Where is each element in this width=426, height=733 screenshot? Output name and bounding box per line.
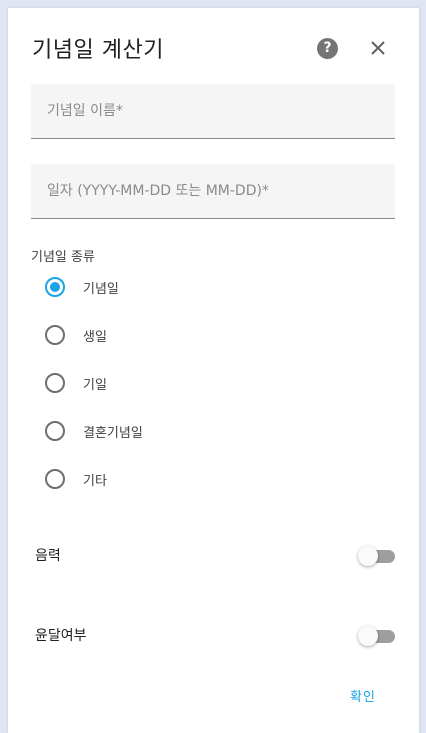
radio-option-birthday[interactable]: 생일: [45, 323, 107, 347]
radio-label: 기일: [83, 377, 107, 393]
radio-button-checked[interactable]: [45, 277, 65, 297]
toggle-thumb[interactable]: [358, 546, 378, 566]
leap-month-toggle[interactable]: [358, 626, 395, 646]
radio-label: 생일: [83, 329, 107, 345]
leap-month-toggle-label: 윤달여부: [35, 628, 87, 644]
lunar-toggle[interactable]: [358, 546, 395, 566]
confirm-button[interactable]: 확인: [350, 686, 376, 705]
radio-button[interactable]: [45, 373, 65, 393]
radio-label: 결혼기념일: [83, 425, 143, 441]
radio-option-memorial-day[interactable]: 기일: [45, 371, 107, 395]
anniversary-name-field: [31, 84, 395, 139]
radio-label: 기타: [83, 473, 107, 489]
lunar-toggle-label: 음력: [35, 548, 61, 564]
radio-option-anniversary[interactable]: 기념일: [45, 275, 119, 299]
radio-option-other[interactable]: 기타: [45, 467, 107, 491]
radio-option-wedding-anniversary[interactable]: 결혼기념일: [45, 419, 143, 443]
anniversary-name-input[interactable]: [31, 84, 395, 138]
radio-button[interactable]: [45, 469, 65, 489]
anniversary-date-input[interactable]: [31, 164, 395, 218]
anniversary-calculator-dialog: 기념일 계산기 ? 기념일 종류 기념일 생일 기일 결혼기념일 기타 음력 윤…: [8, 8, 419, 733]
radio-label: 기념일: [83, 281, 119, 297]
radio-button[interactable]: [45, 421, 65, 441]
help-icon[interactable]: ?: [317, 38, 338, 59]
anniversary-date-field: [31, 164, 395, 219]
close-icon[interactable]: [369, 39, 387, 57]
dialog-title: 기념일 계산기: [32, 38, 164, 63]
anniversary-type-label: 기념일 종류: [31, 250, 95, 265]
radio-button[interactable]: [45, 325, 65, 345]
toggle-thumb[interactable]: [358, 626, 378, 646]
